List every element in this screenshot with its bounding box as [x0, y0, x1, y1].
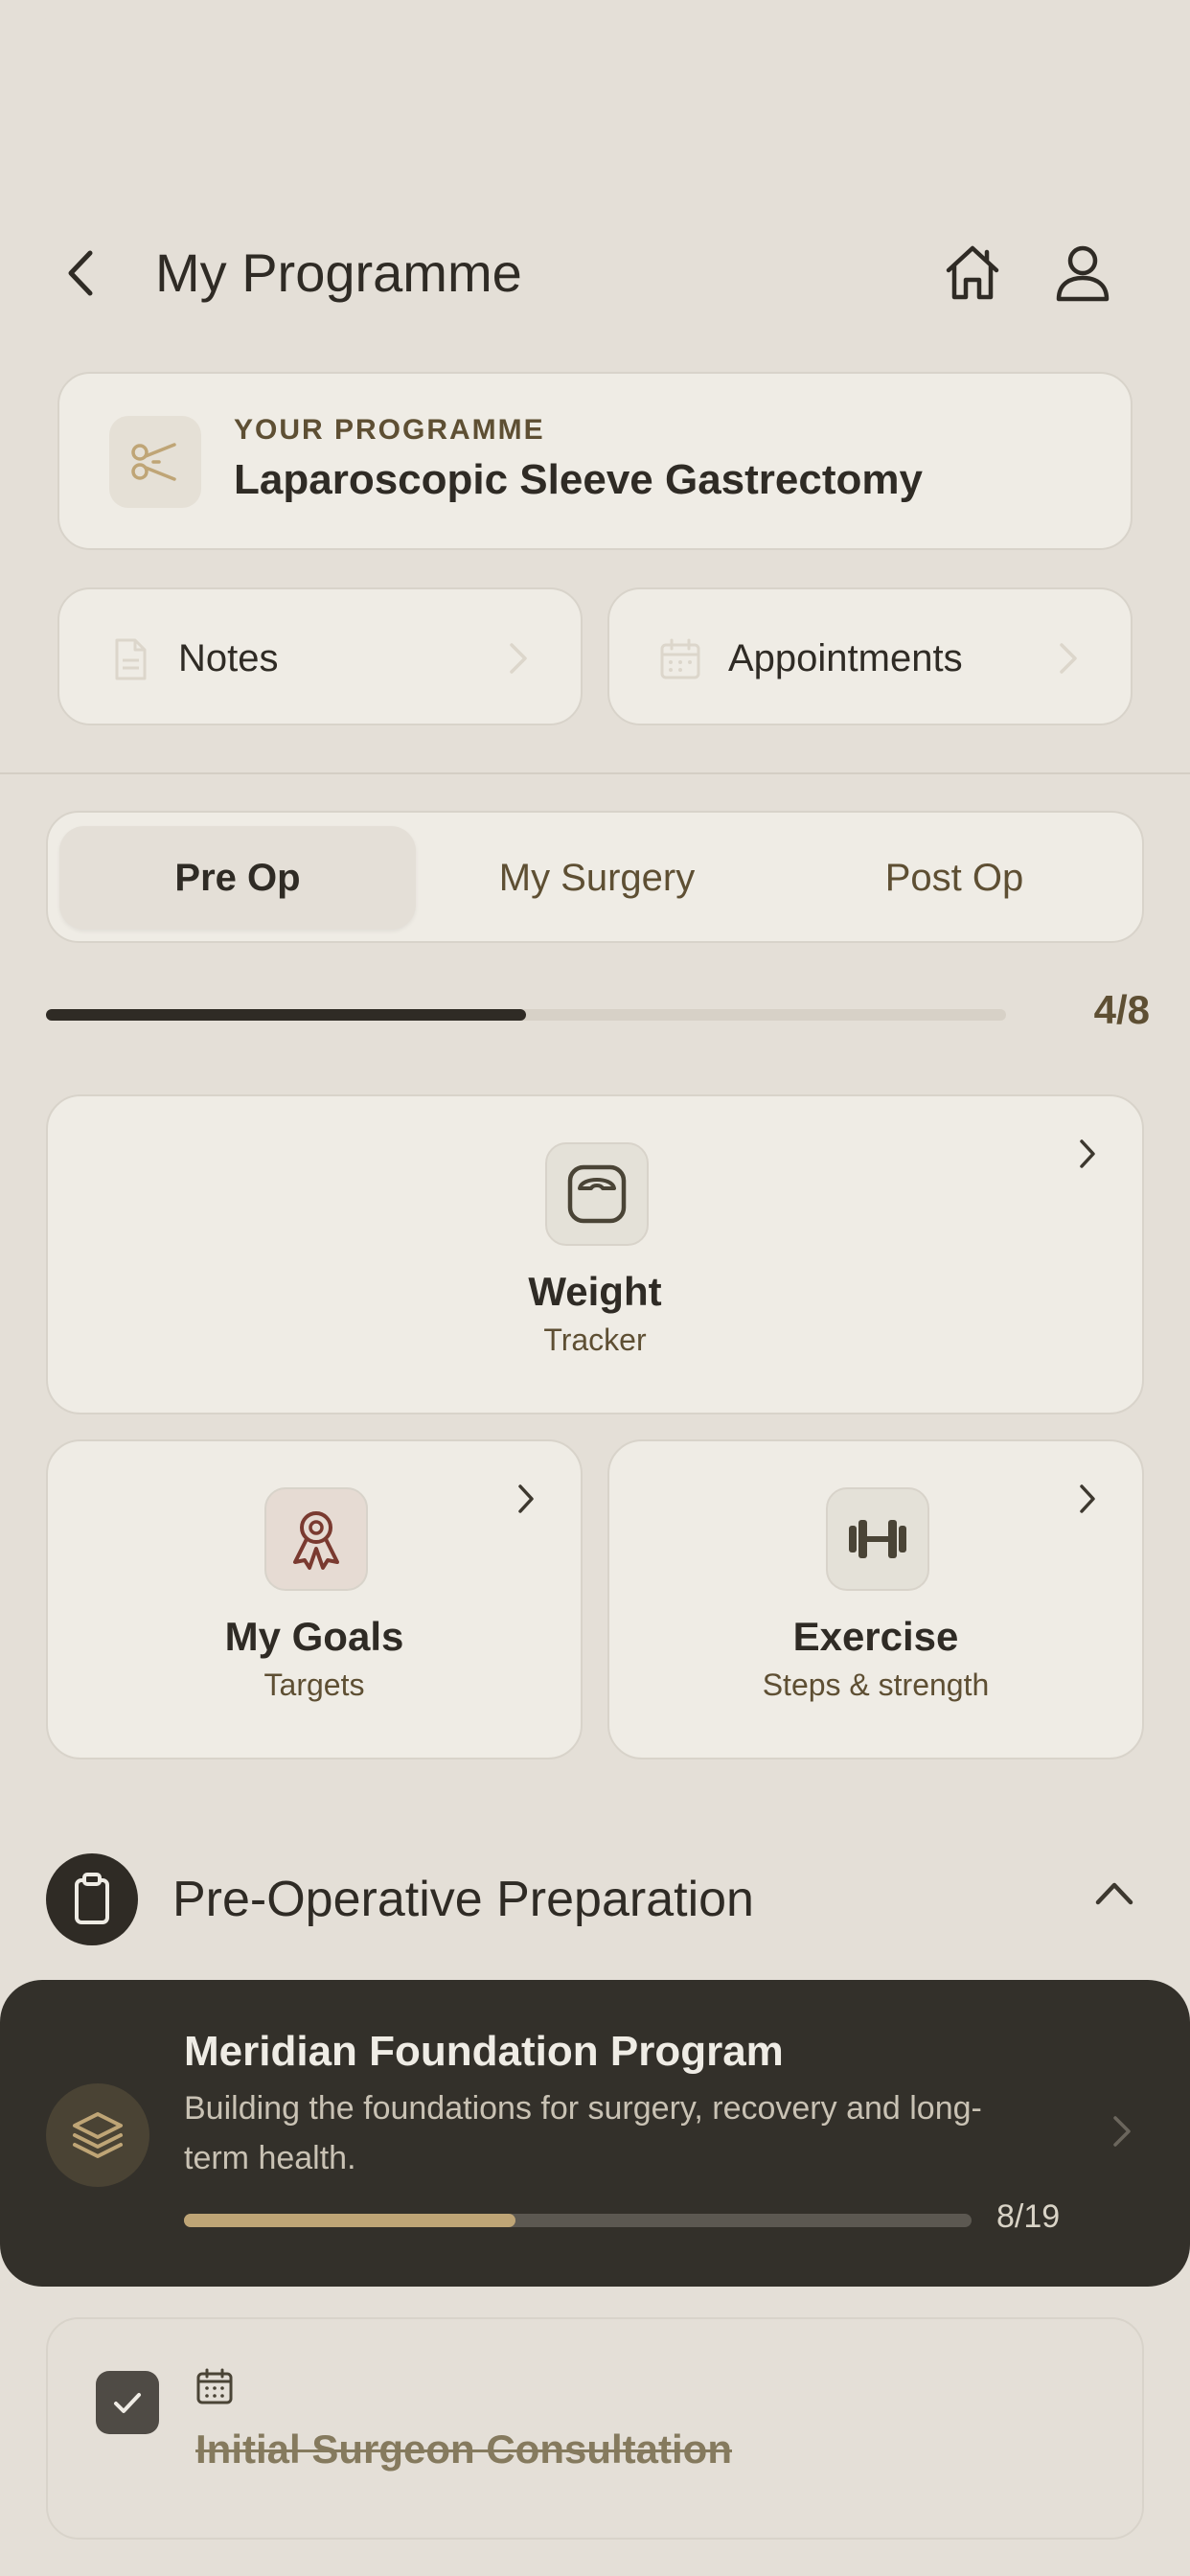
- appointments-label: Appointments: [728, 637, 963, 679]
- goals-title: My Goals: [224, 1614, 404, 1659]
- notes-label: Notes: [178, 637, 279, 679]
- weight-title: Weight: [528, 1269, 662, 1314]
- user-icon: [1056, 245, 1110, 302]
- exercise-title: Exercise: [792, 1614, 959, 1659]
- foundation-program-card[interactable]: Meridian Foundation Program Building the…: [0, 1980, 1190, 2287]
- phase-progress-fill: [46, 1009, 526, 1021]
- program-description: Building the foundations for surgery, re…: [184, 2090, 982, 2176]
- programme-name: Laparoscopic Sleeve Gastrectomy: [234, 456, 923, 503]
- chevron-left-icon: [68, 250, 93, 296]
- home-icon: [946, 245, 999, 300]
- clipboard-icon: [75, 1873, 109, 1924]
- program-progress-fill: [184, 2214, 516, 2227]
- calendar-icon: [660, 638, 700, 679]
- section-collapse-button[interactable]: [1092, 1874, 1136, 1912]
- page-title: My Programme: [155, 242, 522, 303]
- program-progress-bar: [184, 2214, 972, 2227]
- exercise-subtitle: Steps & strength: [762, 1668, 990, 1702]
- goals-subtitle: Targets: [263, 1668, 365, 1702]
- goals-icon-box: [264, 1487, 368, 1591]
- chevron-up-icon: [1095, 1882, 1133, 1905]
- chevron-right-icon: [1113, 2116, 1131, 2147]
- phase-progress-bar: [46, 1009, 1006, 1021]
- weight-subtitle: Tracker: [543, 1322, 647, 1357]
- programme-icon-box: [109, 416, 201, 508]
- task-title: Initial Surgeon Consultation: [195, 2426, 732, 2472]
- tab-my-surgery[interactable]: My Surgery: [419, 826, 775, 930]
- phase-progress-count: 4/8: [1093, 987, 1150, 1032]
- home-button[interactable]: [939, 240, 1006, 307]
- section-icon: [46, 1853, 138, 1945]
- task-item[interactable]: Initial Surgeon Consultation: [46, 2317, 1144, 2540]
- checkmark-icon: [114, 2393, 141, 2413]
- task-checkbox[interactable]: [96, 2371, 159, 2434]
- program-progress-count: 8/19: [996, 2198, 1061, 2235]
- scissors-icon: [131, 443, 176, 481]
- weight-icon-box: [545, 1142, 649, 1246]
- programme-card: YOUR PROGRAMME Laparoscopic Sleeve Gastr…: [57, 372, 1133, 550]
- notes-button[interactable]: Notes: [57, 587, 583, 725]
- screen: My Programme YOUR PROGRAMME Laparoscopic…: [0, 0, 1190, 2576]
- exercise-icon-box: [826, 1487, 929, 1591]
- chevron-right-icon: [1080, 1139, 1095, 1168]
- dumbbell-icon: [849, 1520, 906, 1558]
- scale-icon: [567, 1164, 627, 1224]
- chevron-right-icon: [1060, 643, 1077, 674]
- chevron-right-icon: [510, 643, 527, 674]
- divider: [0, 772, 1190, 774]
- profile-button[interactable]: [1049, 240, 1116, 307]
- program-icon: [46, 2083, 149, 2187]
- my-goals-tile[interactable]: My Goals Targets: [46, 1439, 583, 1760]
- chevron-right-icon: [518, 1484, 534, 1513]
- layers-icon: [73, 2112, 123, 2158]
- award-ribbon-icon: [293, 1511, 339, 1570]
- program-title: Meridian Foundation Program: [184, 2028, 784, 2075]
- tab-pre-op[interactable]: Pre Op: [59, 826, 416, 930]
- document-icon: [115, 638, 147, 680]
- chevron-right-icon: [1080, 1484, 1095, 1513]
- phase-tabs: Pre Op My Surgery Post Op: [46, 811, 1144, 943]
- back-button[interactable]: [57, 240, 105, 307]
- tab-post-op[interactable]: Post Op: [776, 826, 1133, 930]
- programme-label: YOUR PROGRAMME: [234, 414, 545, 446]
- exercise-tile[interactable]: Exercise Steps & strength: [607, 1439, 1144, 1760]
- section-title: Pre-Operative Preparation: [172, 1872, 754, 1927]
- weight-tracker-tile[interactable]: Weight Tracker: [46, 1094, 1144, 1414]
- appointments-button[interactable]: Appointments: [607, 587, 1133, 725]
- calendar-icon: [196, 2368, 233, 2404]
